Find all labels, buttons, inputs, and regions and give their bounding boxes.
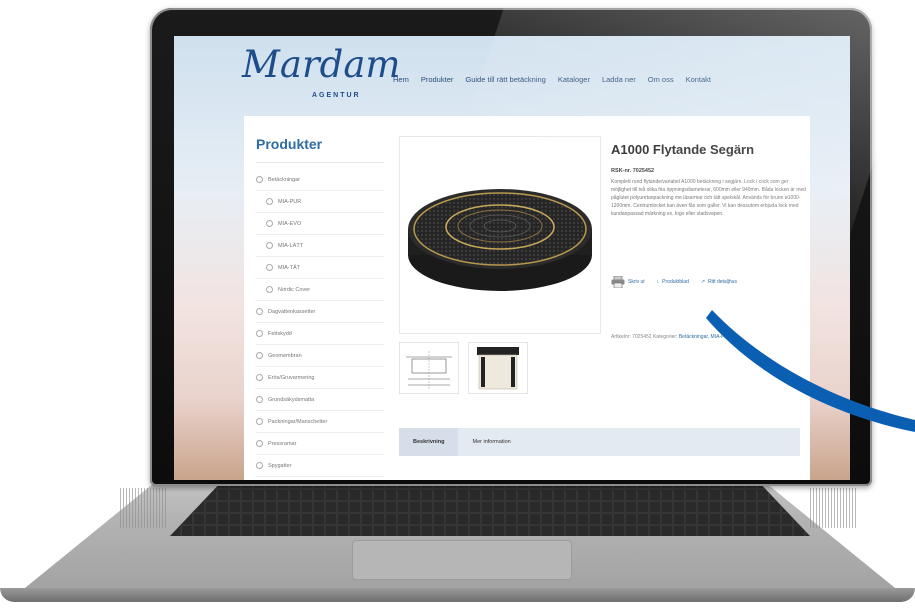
sidebar-item-label: Spygatter bbox=[268, 462, 292, 469]
product-title: A1000 Flytande Segärn bbox=[611, 142, 755, 157]
sidebar-item-label: MIA-TÄT bbox=[278, 264, 300, 271]
sidebar-item-label: MIA-EVO bbox=[278, 220, 302, 227]
laptop-base-edge bbox=[0, 588, 915, 602]
bullet-icon bbox=[266, 264, 273, 271]
sidebar-divider bbox=[256, 162, 384, 163]
sidebar-item[interactable]: MIA-EVO bbox=[256, 213, 384, 235]
thumbnail-section[interactable] bbox=[468, 342, 528, 394]
sidebar-item-label: Packningar/Manschetter bbox=[268, 418, 328, 425]
product-image[interactable] bbox=[399, 136, 601, 334]
sidebar-item[interactable]: Packningar/Manschetter bbox=[256, 411, 384, 433]
sidebar-item-label: Fettskydd bbox=[268, 330, 292, 337]
bullet-icon bbox=[266, 242, 273, 249]
nav-catalogs[interactable]: Kataloger bbox=[558, 75, 590, 84]
keyboard-keys bbox=[170, 478, 810, 536]
sidebar-item-label: MIA-PUR bbox=[278, 198, 302, 205]
content-panel: Produkter Betäckningar MIA-PUR MIA-EVO MIA-… bbox=[244, 116, 810, 480]
manhole-cover-image bbox=[408, 189, 592, 291]
bullet-icon bbox=[256, 462, 263, 469]
bullet-icon bbox=[266, 286, 273, 293]
laptop-trackpad bbox=[352, 540, 572, 580]
thumbnail-drawing[interactable] bbox=[399, 342, 459, 394]
sidebar-item-label: Dagvattenkassetter bbox=[268, 308, 316, 315]
product-sheet-button[interactable]: ↓ Produktblad bbox=[657, 279, 689, 285]
sidebar-item-label: Pressramar bbox=[268, 440, 297, 447]
nav-about[interactable]: Om oss bbox=[648, 75, 674, 84]
detail-drawing-label: Ritt detaljhus bbox=[708, 279, 737, 285]
section-photo-icon bbox=[477, 347, 519, 390]
product-sheet-label: Produktblad bbox=[662, 279, 689, 285]
tab-more-info[interactable]: Mer information bbox=[458, 428, 524, 456]
sidebar-item-label: Grundsäkydsmatta bbox=[268, 396, 315, 403]
nav-products[interactable]: Produkter bbox=[421, 75, 454, 84]
product-sidebar: Produkter Betäckningar MIA-PUR MIA-EVO MIA-… bbox=[256, 136, 384, 480]
sidebar-item[interactable]: MIA-TÄT bbox=[256, 257, 384, 279]
product-meta-prefix: Artikelnr: 7025452 Kategorier: bbox=[611, 334, 678, 340]
nav-home[interactable]: Hem bbox=[393, 75, 409, 84]
bullet-icon bbox=[256, 374, 263, 381]
bullet-icon bbox=[256, 330, 263, 337]
bullet-icon bbox=[266, 220, 273, 227]
sidebar-item[interactable]: Fettskydd bbox=[256, 323, 384, 345]
nav-downloads[interactable]: Ladda ner bbox=[602, 75, 636, 84]
main-nav: Hem Produkter Guide till rätt betäckning… bbox=[393, 75, 711, 84]
bullet-icon bbox=[256, 440, 263, 447]
tab-description[interactable]: Beskrivning bbox=[399, 428, 459, 456]
logo-wordmark: Mardam bbox=[242, 43, 401, 86]
sidebar-item-label: MIA-LÄTT bbox=[278, 242, 304, 249]
speaker-grille-left bbox=[120, 488, 166, 528]
bullet-icon bbox=[256, 308, 263, 315]
technical-drawing-icon bbox=[406, 351, 452, 389]
sidebar-item[interactable]: Betäckningar bbox=[256, 169, 384, 191]
sidebar-item[interactable]: Spygatter bbox=[256, 455, 384, 477]
bullet-icon bbox=[256, 352, 263, 359]
bullet-icon bbox=[256, 418, 263, 425]
sidebar-item[interactable]: Erös/Gruvarmering bbox=[256, 367, 384, 389]
site-header: Mardam AGENTUR Hem Produkter Guide till … bbox=[174, 36, 850, 116]
sidebar-item[interactable]: Geomembran bbox=[256, 345, 384, 367]
bullet-icon bbox=[266, 198, 273, 205]
product-sku: RSK-nr. 7025452 bbox=[611, 168, 655, 174]
sidebar-item[interactable]: MIA-LÄTT bbox=[256, 235, 384, 257]
printer-icon bbox=[611, 276, 625, 288]
nav-contact[interactable]: Kontakt bbox=[686, 75, 711, 84]
bullet-icon bbox=[256, 396, 263, 403]
external-link-icon: ↗ bbox=[700, 279, 706, 285]
sidebar-item-label: Geomembran bbox=[268, 352, 302, 359]
product-meta: Artikelnr: 7025452 Kategorier: Betäcknin… bbox=[611, 334, 807, 340]
sidebar-item[interactable]: Pressramar bbox=[256, 433, 384, 455]
bullet-icon bbox=[256, 176, 263, 183]
category-link[interactable]: Betäckningar, MIA-PUR bbox=[679, 334, 732, 340]
detail-drawing-button[interactable]: ↗ Ritt detaljhus bbox=[701, 279, 737, 285]
sidebar-list: Betäckningar MIA-PUR MIA-EVO MIA-LÄTT MIA-TÄ… bbox=[256, 169, 384, 480]
print-label: Skriv ut bbox=[628, 279, 645, 285]
sidebar-item[interactable]: Grundsäkydsmatta bbox=[256, 389, 384, 411]
site-logo[interactable]: Mardam AGENTUR bbox=[242, 43, 401, 99]
product-actions: Skriv ut ↓ Produktblad ↗ Ritt detaljhus bbox=[611, 276, 737, 288]
sidebar-item[interactable]: Dagvattenkassetter bbox=[256, 301, 384, 323]
sidebar-title: Produkter bbox=[256, 136, 323, 152]
speaker-grille-right bbox=[810, 488, 856, 528]
download-icon: ↓ bbox=[656, 279, 660, 285]
sidebar-item[interactable]: Nordic Cover bbox=[256, 279, 384, 301]
sidebar-item-label: Erös/Gruvarmering bbox=[268, 374, 315, 381]
sidebar-item[interactable]: Teleskoprör bbox=[256, 477, 384, 480]
sidebar-item[interactable]: MIA-PUR bbox=[256, 191, 384, 213]
laptop-screen: Mardam AGENTUR Hem Produkter Guide till … bbox=[174, 36, 850, 480]
nav-guide[interactable]: Guide till rätt betäckning bbox=[465, 75, 545, 84]
sidebar-item-label: Nordic Cover bbox=[278, 286, 311, 293]
product-tabs: Beskrivning Mer information bbox=[399, 428, 800, 456]
print-button[interactable]: Skriv ut bbox=[611, 276, 645, 288]
product-description: Komplett rund flytande/variabel A1000 be… bbox=[611, 179, 807, 217]
sidebar-item-label: Betäckningar bbox=[268, 176, 301, 183]
logo-subtitle: AGENTUR bbox=[312, 92, 361, 99]
